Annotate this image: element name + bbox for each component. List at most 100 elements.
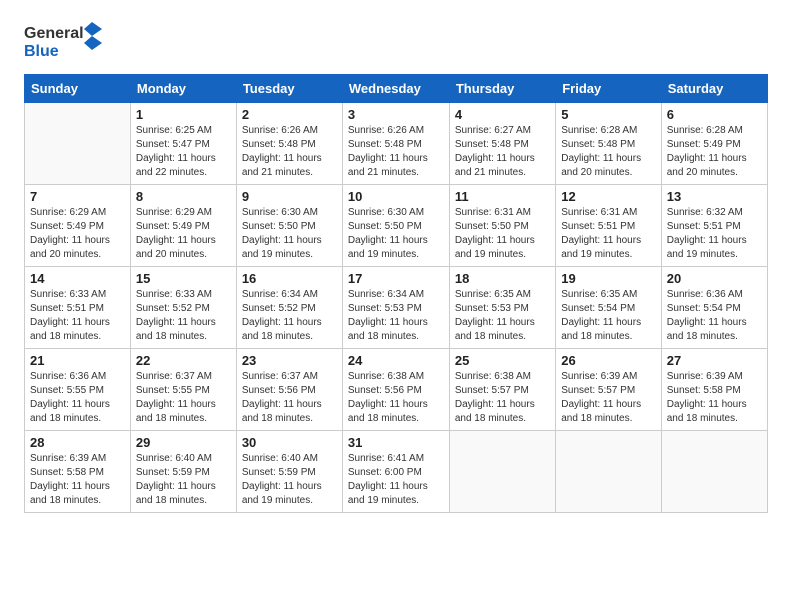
svg-text:Blue: Blue <box>24 43 59 60</box>
header-monday: Monday <box>130 75 236 103</box>
day-number: 4 <box>455 107 550 122</box>
day-info: Sunrise: 6:33 AMSunset: 5:52 PMDaylight:… <box>136 288 231 344</box>
calendar-cell: 15 Sunrise: 6:33 AMSunset: 5:52 PMDayligh… <box>130 267 236 349</box>
day-number: 17 <box>348 271 444 286</box>
calendar-cell: 31Sunrise: 6:41 AMSunset: 6:00 PMDayligh… <box>342 431 449 513</box>
header-sunday: Sunday <box>25 75 131 103</box>
day-info: Sunrise: 6:40 AMSunset: 5:59 PMDaylight:… <box>242 452 337 508</box>
calendar-cell: 20Sunrise: 6:36 AMSunset: 5:54 PMDayligh… <box>661 267 767 349</box>
day-info: Sunrise: 6:33 AMSunset: 5:51 PMDaylight:… <box>30 288 125 344</box>
calendar-cell: 24 Sunrise: 6:38 AMSunset: 5:56 PMDayligh… <box>342 349 449 431</box>
day-number: 24 <box>348 353 444 368</box>
calendar-header-row: SundayMondayTuesdayWednesdayThursdayFrid… <box>25 75 768 103</box>
calendar-table: SundayMondayTuesdayWednesdayThursdayFrid… <box>24 74 768 513</box>
calendar-cell: 21 Sunrise: 6:36 AMSunset: 5:55 PMDayligh… <box>25 349 131 431</box>
day-number: 8 <box>136 189 231 204</box>
day-info: Sunrise: 6:31 AMSunset: 5:51 PMDaylight:… <box>561 206 656 262</box>
day-number: 16 <box>242 271 337 286</box>
day-info: Sunrise: 6:32 AMSunset: 5:51 PMDaylight:… <box>667 206 762 262</box>
day-info: Sunrise: 6:34 AMSunset: 5:52 PMDaylight:… <box>242 288 337 344</box>
calendar-cell: 30 Sunrise: 6:40 AMSunset: 5:59 PMDayligh… <box>236 431 342 513</box>
day-number: 18 <box>455 271 550 286</box>
day-info: Sunrise: 6:40 AMSunset: 5:59 PMDaylight:… <box>136 452 231 508</box>
day-info: Sunrise: 6:29 AMSunset: 5:49 PMDaylight:… <box>136 206 231 262</box>
day-info: Sunrise: 6:27 AMSunset: 5:48 PMDaylight:… <box>455 124 550 180</box>
day-info: Sunrise: 6:38 AMSunset: 5:57 PMDaylight:… <box>455 370 550 426</box>
day-info: Sunrise: 6:39 AMSunset: 5:58 PMDaylight:… <box>30 452 125 508</box>
day-number: 19 <box>561 271 656 286</box>
day-number: 9 <box>242 189 337 204</box>
calendar-cell: 17Sunrise: 6:34 AMSunset: 5:53 PMDayligh… <box>342 267 449 349</box>
calendar-cell: 1 Sunrise: 6:25 AMSunset: 5:47 PMDaylight… <box>130 103 236 185</box>
day-number: 3 <box>348 107 444 122</box>
calendar-week-row: 7 Sunrise: 6:29 AMSunset: 5:49 PMDaylight… <box>25 185 768 267</box>
calendar-cell: 12 Sunrise: 6:31 AMSunset: 5:51 PMDayligh… <box>556 185 662 267</box>
day-info: Sunrise: 6:39 AMSunset: 5:57 PMDaylight:… <box>561 370 656 426</box>
header-friday: Friday <box>556 75 662 103</box>
day-number: 15 <box>136 271 231 286</box>
day-number: 25 <box>455 353 550 368</box>
calendar-cell: 8 Sunrise: 6:29 AMSunset: 5:49 PMDaylight… <box>130 185 236 267</box>
calendar-cell <box>449 431 555 513</box>
day-number: 31 <box>348 435 444 450</box>
calendar-cell: 13 Sunrise: 6:32 AMSunset: 5:51 PMDayligh… <box>661 185 767 267</box>
calendar-cell: 16 Sunrise: 6:34 AMSunset: 5:52 PMDayligh… <box>236 267 342 349</box>
day-number: 29 <box>136 435 231 450</box>
day-info: Sunrise: 6:26 AMSunset: 5:48 PMDaylight:… <box>348 124 444 180</box>
calendar-cell: 2Sunrise: 6:26 AMSunset: 5:48 PMDaylight… <box>236 103 342 185</box>
calendar-cell: 19 Sunrise: 6:35 AMSunset: 5:54 PMDayligh… <box>556 267 662 349</box>
day-info: Sunrise: 6:26 AMSunset: 5:48 PMDaylight:… <box>242 124 337 180</box>
day-info: Sunrise: 6:37 AMSunset: 5:56 PMDaylight:… <box>242 370 337 426</box>
calendar-cell <box>661 431 767 513</box>
calendar-week-row: 1 Sunrise: 6:25 AMSunset: 5:47 PMDaylight… <box>25 103 768 185</box>
day-number: 21 <box>30 353 125 368</box>
day-info: Sunrise: 6:29 AMSunset: 5:49 PMDaylight:… <box>30 206 125 262</box>
svg-text:General: General <box>24 25 84 42</box>
day-number: 6 <box>667 107 762 122</box>
calendar-cell: 28 Sunrise: 6:39 AMSunset: 5:58 PMDayligh… <box>25 431 131 513</box>
day-info: Sunrise: 6:30 AMSunset: 5:50 PMDaylight:… <box>242 206 337 262</box>
day-number: 12 <box>561 189 656 204</box>
calendar-week-row: 28 Sunrise: 6:39 AMSunset: 5:58 PMDayligh… <box>25 431 768 513</box>
day-info: Sunrise: 6:35 AMSunset: 5:54 PMDaylight:… <box>561 288 656 344</box>
day-info: Sunrise: 6:37 AMSunset: 5:55 PMDaylight:… <box>136 370 231 426</box>
header-wednesday: Wednesday <box>342 75 449 103</box>
day-number: 30 <box>242 435 337 450</box>
calendar-week-row: 14 Sunrise: 6:33 AMSunset: 5:51 PMDayligh… <box>25 267 768 349</box>
day-number: 10 <box>348 189 444 204</box>
day-info: Sunrise: 6:28 AMSunset: 5:49 PMDaylight:… <box>667 124 762 180</box>
day-info: Sunrise: 6:30 AMSunset: 5:50 PMDaylight:… <box>348 206 444 262</box>
calendar-cell: 23 Sunrise: 6:37 AMSunset: 5:56 PMDayligh… <box>236 349 342 431</box>
calendar-cell: 11Sunrise: 6:31 AMSunset: 5:50 PMDayligh… <box>449 185 555 267</box>
day-number: 7 <box>30 189 125 204</box>
calendar-cell: 9 Sunrise: 6:30 AMSunset: 5:50 PMDaylight… <box>236 185 342 267</box>
header-thursday: Thursday <box>449 75 555 103</box>
day-info: Sunrise: 6:39 AMSunset: 5:58 PMDaylight:… <box>667 370 762 426</box>
day-info: Sunrise: 6:35 AMSunset: 5:53 PMDaylight:… <box>455 288 550 344</box>
calendar-cell: 7 Sunrise: 6:29 AMSunset: 5:49 PMDaylight… <box>25 185 131 267</box>
calendar-cell <box>556 431 662 513</box>
day-number: 23 <box>242 353 337 368</box>
calendar-cell: 22 Sunrise: 6:37 AMSunset: 5:55 PMDayligh… <box>130 349 236 431</box>
calendar-cell: 3 Sunrise: 6:26 AMSunset: 5:48 PMDaylight… <box>342 103 449 185</box>
day-info: Sunrise: 6:25 AMSunset: 5:47 PMDaylight:… <box>136 124 231 180</box>
calendar-cell: 29 Sunrise: 6:40 AMSunset: 5:59 PMDayligh… <box>130 431 236 513</box>
day-number: 27 <box>667 353 762 368</box>
logo-svg: GeneralBlue <box>24 20 114 66</box>
day-number: 22 <box>136 353 231 368</box>
day-number: 28 <box>30 435 125 450</box>
day-number: 1 <box>136 107 231 122</box>
day-info: Sunrise: 6:38 AMSunset: 5:56 PMDaylight:… <box>348 370 444 426</box>
calendar-cell: 4 Sunrise: 6:27 AMSunset: 5:48 PMDaylight… <box>449 103 555 185</box>
day-info: Sunrise: 6:36 AMSunset: 5:54 PMDaylight:… <box>667 288 762 344</box>
calendar-cell: 26Sunrise: 6:39 AMSunset: 5:57 PMDayligh… <box>556 349 662 431</box>
logo: GeneralBlue <box>24 20 114 66</box>
day-number: 14 <box>30 271 125 286</box>
day-info: Sunrise: 6:36 AMSunset: 5:55 PMDaylight:… <box>30 370 125 426</box>
day-number: 11 <box>455 189 550 204</box>
header: GeneralBlue <box>24 20 768 66</box>
calendar-cell: 27 Sunrise: 6:39 AMSunset: 5:58 PMDayligh… <box>661 349 767 431</box>
header-tuesday: Tuesday <box>236 75 342 103</box>
day-number: 13 <box>667 189 762 204</box>
calendar-cell: 6 Sunrise: 6:28 AMSunset: 5:49 PMDaylight… <box>661 103 767 185</box>
